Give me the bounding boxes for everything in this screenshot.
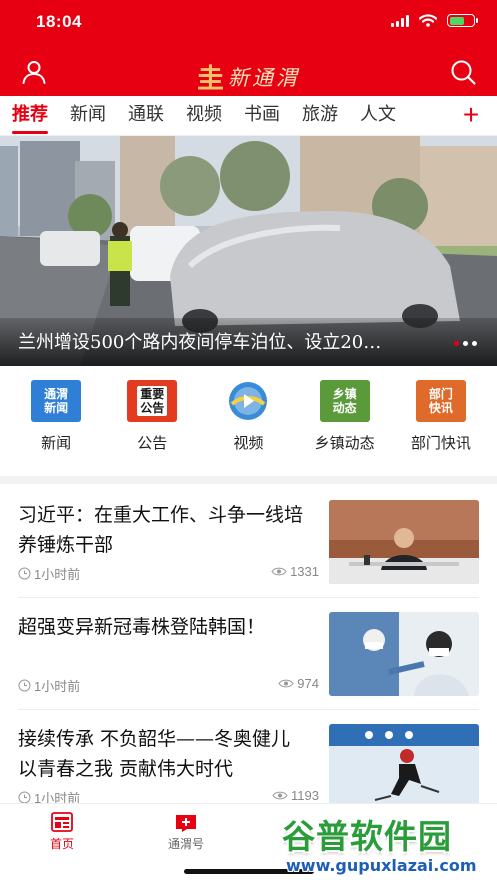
tab-video[interactable]: 视频 bbox=[174, 96, 232, 136]
tongwei-hao-icon bbox=[176, 815, 196, 832]
battery-icon bbox=[447, 14, 478, 27]
logo-text: 新通渭 bbox=[228, 65, 300, 90]
section-divider bbox=[0, 476, 497, 484]
news-views: 1331 bbox=[271, 564, 319, 579]
app-logo: 圭 新通渭 bbox=[0, 57, 497, 96]
clock-icon bbox=[18, 679, 31, 692]
nav-label: 首页 bbox=[49, 837, 74, 851]
search-icon[interactable] bbox=[449, 58, 477, 86]
news-thumbnail bbox=[329, 500, 479, 584]
news-title: 习近平：在重大工作、斗争一线培养锤炼干部 bbox=[18, 504, 304, 556]
wifi-icon bbox=[419, 14, 437, 27]
news-title: 接续传承 不负韶华——冬奥健儿以青春之我 贡献伟大时代 bbox=[18, 728, 291, 780]
carousel-dot bbox=[472, 341, 477, 346]
quick-entry-video[interactable]: 视频 bbox=[202, 380, 294, 466]
news-views-count: 974 bbox=[297, 676, 319, 691]
department-icon: 部门 快讯 bbox=[415, 380, 466, 422]
add-channel-button[interactable]: + bbox=[459, 100, 483, 132]
news-icon: 通渭 新闻 bbox=[31, 380, 82, 422]
quick-entry-label: 新闻 bbox=[41, 434, 72, 452]
quick-entry-label: 部门快讯 bbox=[410, 434, 471, 452]
logo-mark: 圭 bbox=[197, 64, 224, 95]
tab-news[interactable]: 新闻 bbox=[58, 96, 116, 136]
eye-icon bbox=[272, 791, 288, 800]
clock-icon bbox=[18, 567, 31, 580]
quick-entry-news[interactable]: 通渭 新闻 新闻 bbox=[10, 380, 102, 466]
watermark-url: www.gupuxlazai.com bbox=[286, 856, 477, 875]
news-views-count: 1331 bbox=[290, 564, 319, 579]
nav-label: 通渭号 bbox=[167, 837, 204, 851]
signal-icon bbox=[391, 14, 409, 27]
watermark: 谷普软件园 www.gupuxlazai.com bbox=[272, 808, 497, 883]
quick-entries: 通渭 新闻 新闻 重要 公告 公告 视频 乡镇 动态 乡镇动态 部门 快讯 部门快讯 bbox=[0, 380, 497, 466]
carousel-dots bbox=[454, 341, 477, 346]
news-time: 1小时前 bbox=[18, 676, 80, 695]
status-time: 18:04 bbox=[36, 12, 82, 31]
nav-home[interactable]: 首页 bbox=[27, 812, 97, 852]
news-views: 1193 bbox=[272, 788, 319, 803]
news-views: 974 bbox=[278, 676, 319, 691]
news-time-text: 1小时前 bbox=[34, 679, 81, 694]
news-thumbnail bbox=[329, 612, 479, 696]
channel-tabs: 推荐 新闻 通联 视频 书画 旅游 人文 bbox=[0, 96, 497, 136]
notice-icon: 重要 公告 bbox=[127, 380, 178, 422]
nav-tongwei-hao[interactable]: 通渭号 bbox=[151, 812, 221, 852]
news-time: 1小时前 bbox=[18, 564, 80, 583]
tab-tonglian[interactable]: 通联 bbox=[116, 96, 174, 136]
tab-recommend[interactable]: 推荐 bbox=[0, 96, 58, 136]
news-item[interactable]: 超强变异新冠毒株登陆韩国！ 1小时前 974 bbox=[0, 598, 497, 710]
eye-icon bbox=[278, 679, 294, 688]
top-bar: 18:04 圭 新通渭 bbox=[0, 0, 497, 96]
carousel-dot bbox=[454, 341, 459, 346]
carousel-dot bbox=[463, 341, 468, 346]
news-views-count: 1193 bbox=[291, 788, 319, 803]
news-item[interactable]: 习近平：在重大工作、斗争一线培养锤炼干部 1小时前 1331 bbox=[0, 486, 497, 598]
quick-entry-notice[interactable]: 重要 公告 公告 bbox=[106, 380, 198, 466]
quick-entry-label: 乡镇动态 bbox=[314, 434, 375, 452]
banner-carousel[interactable]: 兰州增设500个路内夜间停车泊位、设立20… bbox=[0, 136, 497, 366]
video-icon bbox=[223, 380, 273, 422]
news-thumbnail bbox=[329, 724, 479, 808]
watermark-title: 谷普软件园 bbox=[282, 817, 452, 856]
quick-entry-town[interactable]: 乡镇 动态 乡镇动态 bbox=[299, 380, 391, 466]
status-icons bbox=[391, 14, 478, 27]
tab-travel[interactable]: 旅游 bbox=[290, 96, 348, 136]
quick-entry-label: 公告 bbox=[137, 434, 168, 452]
eye-icon bbox=[271, 567, 287, 576]
tab-culture[interactable]: 人文 bbox=[348, 96, 406, 136]
banner-title[interactable]: 兰州增设500个路内夜间停车泊位、设立20… bbox=[18, 328, 438, 354]
quick-entry-department[interactable]: 部门 快讯 部门快讯 bbox=[395, 380, 487, 466]
news-time-text: 1小时前 bbox=[34, 567, 81, 582]
news-title: 超强变异新冠毒株登陆韩国！ bbox=[18, 616, 266, 638]
town-icon: 乡镇 动态 bbox=[319, 380, 370, 422]
tab-calligraphy[interactable]: 书画 bbox=[232, 96, 290, 136]
home-icon bbox=[51, 812, 73, 832]
quick-entry-label: 视频 bbox=[233, 434, 264, 452]
